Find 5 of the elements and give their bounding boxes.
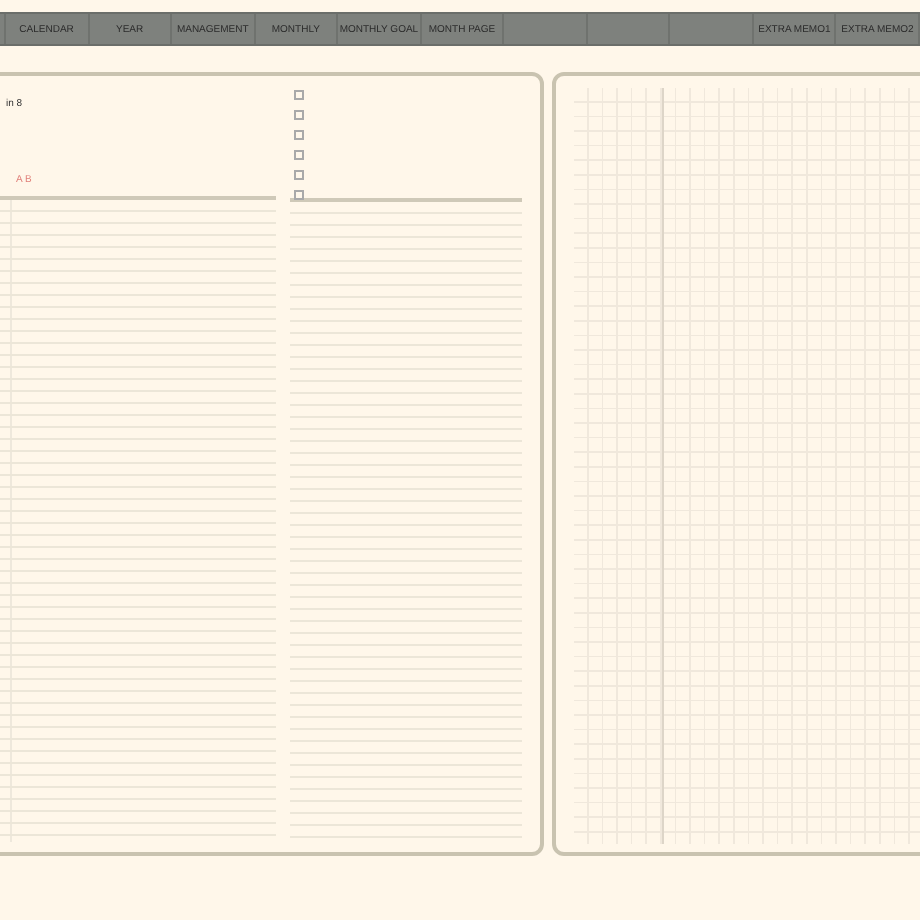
checkbox[interactable] <box>293 90 304 100</box>
checkbox[interactable] <box>293 130 304 140</box>
checkbox[interactable] <box>293 110 304 120</box>
checkbox[interactable] <box>293 150 304 160</box>
checkbox[interactable] <box>293 170 304 180</box>
